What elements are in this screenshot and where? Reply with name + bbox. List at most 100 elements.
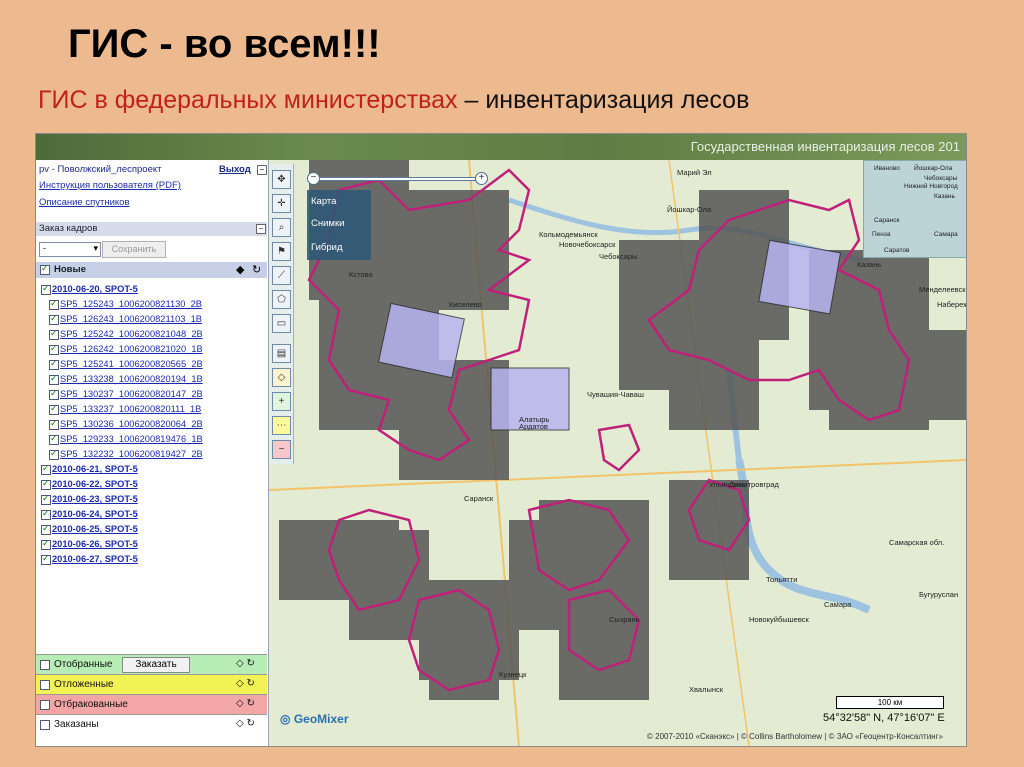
layer-hybrid[interactable]: Гибрид xyxy=(311,242,343,253)
ordered-label: Заказаны xyxy=(54,719,99,730)
layer-map[interactable]: Карта xyxy=(311,196,336,207)
group-checkbox[interactable] xyxy=(41,553,51,565)
diamond-refresh-icons[interactable]: ◇ ↻ xyxy=(236,678,255,689)
frame-item[interactable]: SP5_130236_1006200820064_2B xyxy=(60,419,203,429)
ruler-icon[interactable]: ⟋ xyxy=(272,266,291,285)
overview-label: Саранск xyxy=(874,217,900,224)
frame-item[interactable]: SP5_133238_1006200820194_1B xyxy=(60,374,203,384)
group-checkbox[interactable] xyxy=(41,538,51,550)
pan-icon[interactable]: ✥ xyxy=(272,170,291,189)
frame-item[interactable]: SP5_133237_1006200820111_1B xyxy=(60,404,201,414)
dots-icon[interactable]: ⋯ xyxy=(272,416,291,435)
rectangle-icon[interactable]: ▭ xyxy=(272,314,291,333)
logo-icon: ◎ xyxy=(280,712,291,726)
user-manual-link[interactable]: Инструкция пользователя (PDF) xyxy=(39,180,181,191)
group-date[interactable]: 2010-06-21, SPOT-5 xyxy=(52,464,138,474)
overview-label: Самара xyxy=(934,231,958,238)
group-checkbox[interactable] xyxy=(41,493,51,505)
group-checkbox[interactable] xyxy=(41,508,51,520)
group-date[interactable]: 2010-06-25, SPOT-5 xyxy=(52,524,138,534)
order-select[interactable]: - ▾ xyxy=(39,242,101,257)
new-section: Новые ◆ ↻ xyxy=(36,262,267,278)
frame-item[interactable]: SP5_125243_1006200821130_2B xyxy=(60,299,202,309)
group-date[interactable]: 2010-06-26, SPOT-5 xyxy=(52,539,138,549)
zoom-in-icon[interactable]: + xyxy=(475,172,488,185)
plus-icon[interactable]: + xyxy=(272,392,291,411)
satellites-link[interactable]: Описание спутников xyxy=(39,197,130,208)
city-label: Казань xyxy=(857,260,882,269)
print-icon[interactable]: ▤ xyxy=(272,344,291,363)
diamond-refresh-icons[interactable]: ◇ ↻ xyxy=(236,698,255,709)
copyright: © 2007-2010 «Сканэкс» | © Collins Bartho… xyxy=(647,732,943,741)
diamond-icon[interactable]: ◆ xyxy=(236,263,244,276)
selected-checkbox[interactable] xyxy=(40,660,50,670)
frame-checkbox[interactable] xyxy=(49,403,59,415)
group-date[interactable]: 2010-06-27, SPOT-5 xyxy=(52,554,138,564)
postponed-checkbox[interactable] xyxy=(40,680,50,690)
panel-header: pv - Поволжский_леспроект Выход − xyxy=(39,164,267,175)
minus-icon[interactable]: − xyxy=(272,440,291,459)
frame-checkbox[interactable] xyxy=(49,433,59,445)
zoom-track[interactable] xyxy=(319,177,477,181)
select-value: - xyxy=(43,243,46,253)
frame-item[interactable]: SP5_129233_1006200819476_1B xyxy=(60,434,203,444)
save-button[interactable]: Сохранить xyxy=(102,241,166,258)
group-date[interactable]: 2010-06-23, SPOT-5 xyxy=(52,494,138,504)
orders-header: Заказ кадров − xyxy=(36,222,267,236)
group-checkbox[interactable] xyxy=(41,478,51,490)
order-button[interactable]: Заказать xyxy=(122,657,190,673)
selected-bar: Отобранные Заказать ◇ ↻ xyxy=(36,654,267,674)
frame-checkbox[interactable] xyxy=(49,418,59,430)
rejected-checkbox[interactable] xyxy=(40,700,50,710)
frame-checkbox[interactable] xyxy=(49,313,59,325)
frame-item[interactable]: SP5_125242_1006200821048_2B xyxy=(60,329,203,339)
city-label: Чебоксары xyxy=(599,252,638,261)
city-label: Тольятти xyxy=(766,575,798,584)
collapse-icon[interactable]: − xyxy=(256,224,266,234)
ordered-checkbox[interactable] xyxy=(40,720,50,730)
frame-checkbox[interactable] xyxy=(49,373,59,385)
ordered-bar: Заказаны ◇ ↻ xyxy=(36,714,267,734)
exit-link[interactable]: Выход xyxy=(219,164,251,175)
group-date[interactable]: 2010-06-24, SPOT-5 xyxy=(52,509,138,519)
banner-title: Государственная инвентаризация лесов 201 xyxy=(690,139,960,154)
group-date[interactable]: 2010-06-20, SPOT-5 xyxy=(52,284,138,294)
polygon-icon[interactable]: ⬠ xyxy=(272,290,291,309)
subtitle-rest: – инвентаризация лесов xyxy=(457,86,750,114)
city-label: Димитровград xyxy=(729,480,779,489)
frame-item[interactable]: SP5_125241_1006200820565_2B xyxy=(60,359,203,369)
frame-item[interactable]: SP5_132232_1006200819427_2B xyxy=(60,449,203,459)
flag-icon[interactable]: ⚑ xyxy=(272,242,291,261)
layer-satellite[interactable]: Снимки xyxy=(311,218,344,229)
overview-map[interactable]: Иваново Йошкар-Ола Чебоксары Нижний Новгоро… xyxy=(863,160,966,258)
frame-checkbox[interactable] xyxy=(49,298,59,310)
postponed-bar: Отложенные ◇ ↻ xyxy=(36,674,267,694)
group-checkbox[interactable] xyxy=(41,463,51,475)
frame-checkbox[interactable] xyxy=(49,388,59,400)
frame-item[interactable]: SP5_126242_1006200821020_1B xyxy=(60,344,203,354)
rejected-bar: Отбракованные ◇ ↻ xyxy=(36,694,267,714)
frame-checkbox[interactable] xyxy=(49,448,59,460)
diamond-refresh-icons[interactable]: ◇ ↻ xyxy=(236,718,255,729)
frame-item[interactable]: SP5_130237_1006200820147_2B xyxy=(60,389,203,399)
zoom-slider[interactable]: − + xyxy=(307,172,488,185)
refresh-icon[interactable]: ↻ xyxy=(252,263,261,276)
coordinates-readout: 54°32'58" N, 47°16'07" E xyxy=(823,712,945,724)
crosshair-icon[interactable]: ✛ xyxy=(272,194,291,213)
frame-checkbox[interactable] xyxy=(49,343,59,355)
frame-checkbox[interactable] xyxy=(49,358,59,370)
diamond-refresh-icons[interactable]: ◇ ↻ xyxy=(236,658,255,669)
new-checkbox[interactable] xyxy=(40,263,50,275)
frame-checkbox[interactable] xyxy=(49,328,59,340)
group-date[interactable]: 2010-06-22, SPOT-5 xyxy=(52,479,138,489)
frame-item[interactable]: SP5_126243_1006200821103_1B xyxy=(60,314,202,324)
diamond-tool-icon[interactable]: ◇ xyxy=(272,368,291,387)
minimize-icon[interactable]: − xyxy=(257,165,267,175)
rejected-label: Отбракованные xyxy=(54,699,128,710)
city-label: Хвалынск xyxy=(689,685,724,694)
magnifier-icon[interactable]: ⌕ xyxy=(272,218,291,237)
logo-text: GeoMixer xyxy=(293,712,349,726)
group-checkbox[interactable] xyxy=(41,523,51,535)
map-area[interactable]: Марий Эл Йошкар-Ола Чебоксары Кольмодемьянс… xyxy=(269,160,966,746)
group-checkbox[interactable] xyxy=(41,283,51,295)
